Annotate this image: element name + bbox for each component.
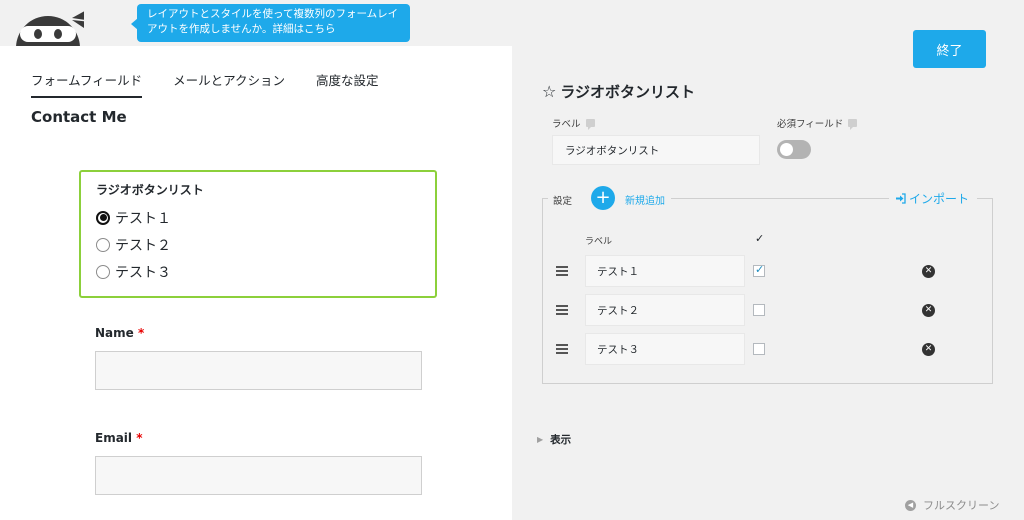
help-bubble-icon[interactable] xyxy=(585,119,595,130)
radio-option-label: テスト１ xyxy=(115,210,171,227)
required-mark: * xyxy=(136,431,143,445)
email-field-label: Email xyxy=(95,431,133,445)
delete-option-icon[interactable]: ✕ xyxy=(922,265,935,278)
layout-promo-tooltip[interactable]: レイアウトとスタイルを使って複数列のフォームレイ アウトを作成しませんか。詳細は… xyxy=(131,4,410,42)
fieldset-border xyxy=(671,198,889,199)
fullscreen-label: フルスクリーン xyxy=(923,499,1000,512)
tab-advanced[interactable]: 高度な設定 xyxy=(316,70,379,98)
panel-title-text: ラジオボタンリスト xyxy=(560,83,696,101)
tooltip-line-2: アウトを作成しませんか。詳細はこちら xyxy=(147,23,336,35)
option-checkbox[interactable] xyxy=(753,263,765,277)
radio-option[interactable]: テスト１ xyxy=(96,204,420,231)
radio-option-label: テスト３ xyxy=(115,264,171,281)
option-row: テスト３ ✕ xyxy=(556,333,996,365)
done-button[interactable]: 終了 xyxy=(913,30,986,68)
email-field: Email * xyxy=(95,431,422,495)
radio-button[interactable] xyxy=(96,237,110,252)
add-option-button[interactable]: + xyxy=(591,186,615,210)
tab-form-fields[interactable]: フォームフィールド xyxy=(31,70,143,98)
label-input[interactable]: ラジオボタンリスト xyxy=(552,135,760,165)
radio-option[interactable]: テスト３ xyxy=(96,258,420,285)
required-caption: 必須フィールド xyxy=(777,116,858,130)
delete-option-icon[interactable]: ✕ xyxy=(922,343,935,356)
delete-option-icon[interactable]: ✕ xyxy=(922,304,935,317)
name-field: Name * xyxy=(95,326,422,390)
panel-title: ☆ ラジオボタンリスト xyxy=(542,81,695,102)
help-bubble-icon[interactable] xyxy=(848,119,858,130)
display-section-label: 表示 xyxy=(550,434,572,446)
option-row: テスト１ ✕ xyxy=(556,255,996,287)
email-input[interactable] xyxy=(95,456,422,495)
builder-tabs: フォームフィールド メールとアクション 高度な設定 xyxy=(31,70,410,98)
option-label-input[interactable]: テスト１ xyxy=(585,255,745,287)
name-input[interactable] xyxy=(95,351,422,390)
option-label-input[interactable]: テスト３ xyxy=(585,333,745,365)
radio-list-field[interactable]: ラジオボタンリスト テスト１ テスト２ テスト３ xyxy=(79,170,437,298)
fullscreen-button[interactable]: ◀ フルスクリーン xyxy=(905,497,999,513)
drag-handle-icon[interactable] xyxy=(556,266,568,276)
import-link-text: インポート xyxy=(909,192,970,206)
sign-in-icon xyxy=(896,193,906,204)
column-check-header: ✓ xyxy=(755,232,765,245)
option-label-input[interactable]: テスト２ xyxy=(585,294,745,326)
required-toggle[interactable] xyxy=(777,140,811,159)
radio-button-checked[interactable] xyxy=(96,210,110,225)
form-title: Contact Me xyxy=(31,108,127,126)
settings-legend: 設定 xyxy=(553,196,573,207)
import-link[interactable]: インポート xyxy=(895,190,969,207)
radio-button[interactable] xyxy=(96,264,110,279)
star-icon: ☆ xyxy=(542,82,557,101)
add-new-link[interactable]: 新規追加 xyxy=(625,192,665,207)
radio-option-label: テスト２ xyxy=(115,237,171,254)
fieldset-border xyxy=(542,198,548,199)
option-row: テスト２ ✕ xyxy=(556,294,996,326)
required-mark: * xyxy=(137,326,145,340)
option-checkbox[interactable] xyxy=(753,304,765,316)
ninja-logo-icon xyxy=(14,0,84,46)
name-field-label: Name xyxy=(95,326,134,340)
drag-handle-icon[interactable] xyxy=(556,305,568,315)
tab-emails-actions[interactable]: メールとアクション xyxy=(173,70,285,98)
option-checkbox[interactable] xyxy=(753,343,765,355)
radio-option[interactable]: テスト２ xyxy=(96,231,420,258)
column-label-header: ラベル xyxy=(585,237,613,247)
field-settings-panel: 終了 ☆ ラジオボタンリスト ラベル ラジオボタンリスト 必須フィールド 設定 … xyxy=(512,0,1024,520)
caret-right-icon: ▶ xyxy=(537,435,544,444)
drag-handle-icon[interactable] xyxy=(556,344,568,354)
tooltip-line-1: レイアウトとスタイルを使って複数列のフォームレイ xyxy=(147,8,399,20)
fieldset-border xyxy=(977,198,993,199)
required-caption-text: 必須フィールド xyxy=(777,119,844,130)
label-caption-text: ラベル xyxy=(552,119,581,130)
arrow-left-circle-icon: ◀ xyxy=(905,499,916,511)
form-builder: レイアウトとスタイルを使って複数列のフォームレイ アウトを作成しませんか。詳細は… xyxy=(0,0,512,520)
radio-list-label: ラジオボタンリスト xyxy=(96,183,204,197)
display-section-toggle[interactable]: ▶ 表示 xyxy=(537,432,571,447)
label-caption: ラベル xyxy=(552,116,595,130)
